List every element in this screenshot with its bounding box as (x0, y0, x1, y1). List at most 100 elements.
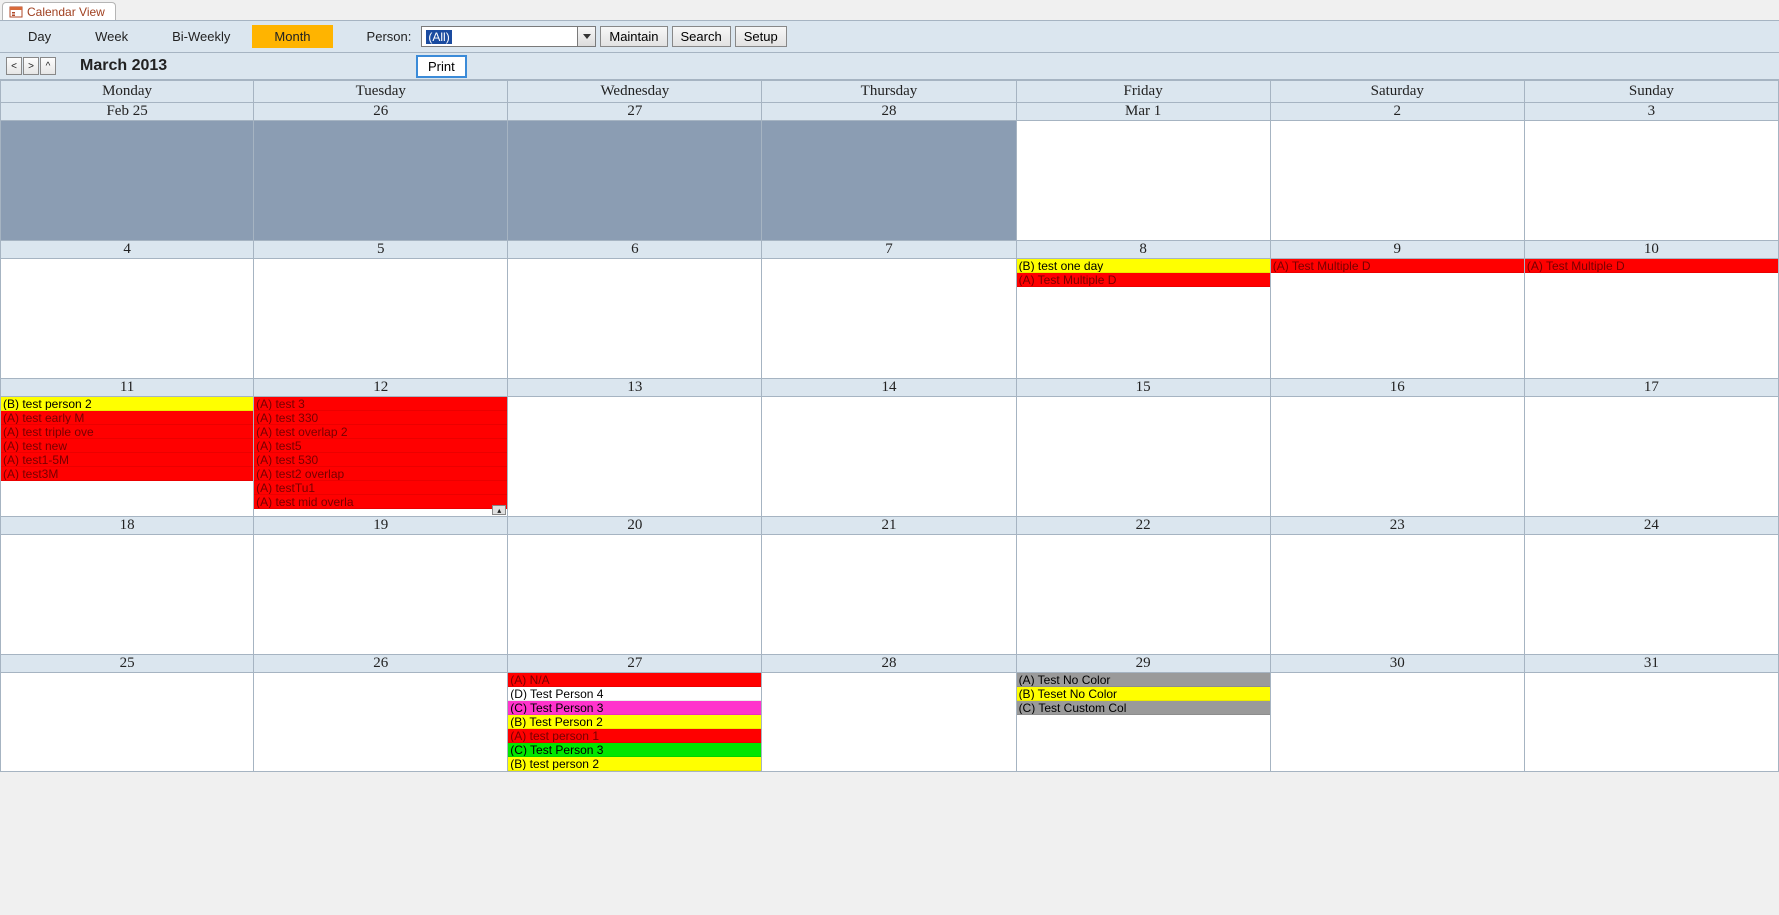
day-cell[interactable] (254, 259, 508, 379)
day-cell[interactable] (0, 535, 254, 655)
daynum-cell[interactable]: 12 (254, 379, 508, 397)
calendar-event[interactable]: (B) test person 2 (508, 757, 761, 771)
daynum-cell[interactable]: Feb 25 (0, 103, 254, 121)
daynum-cell[interactable]: 26 (254, 655, 508, 673)
calendar-event[interactable]: (A) Test Multiple D (1017, 273, 1270, 287)
calendar-event[interactable]: (A) Test No Color (1017, 673, 1270, 687)
daynum-cell[interactable]: 19 (254, 517, 508, 535)
day-cell[interactable] (1017, 397, 1271, 517)
calendar-event[interactable]: (A) test early M (1, 411, 253, 425)
day-cell[interactable] (0, 673, 254, 772)
day-cell[interactable] (762, 259, 1016, 379)
daynum-cell[interactable]: 27 (508, 103, 762, 121)
day-cell[interactable] (1525, 397, 1779, 517)
day-cell[interactable] (254, 535, 508, 655)
calendar-event[interactable]: (A) test overlap 2 (254, 425, 507, 439)
day-cell[interactable]: (B) test person 2(A) test early M(A) tes… (0, 397, 254, 517)
daynum-cell[interactable]: 29 (1017, 655, 1271, 673)
daynum-cell[interactable]: 22 (1017, 517, 1271, 535)
daynum-cell[interactable]: 20 (508, 517, 762, 535)
daynum-cell[interactable]: 16 (1271, 379, 1525, 397)
day-cell[interactable]: (A) Test Multiple D (1525, 259, 1779, 379)
calendar-event[interactable]: (B) test person 2 (1, 397, 253, 411)
day-cell[interactable] (1525, 121, 1779, 241)
day-cell[interactable]: (A) test 3(A) test 330(A) test overlap 2… (254, 397, 508, 517)
day-cell[interactable] (254, 121, 508, 241)
calendar-event[interactable]: (A) test 530 (254, 453, 507, 467)
daynum-cell[interactable]: 17 (1525, 379, 1779, 397)
daynum-cell[interactable]: 31 (1525, 655, 1779, 673)
setup-button[interactable]: Setup (735, 26, 787, 47)
calendar-event[interactable]: (C) Test Custom Col (1017, 701, 1270, 715)
daynum-cell[interactable]: 6 (508, 241, 762, 259)
daynum-cell[interactable]: 14 (762, 379, 1016, 397)
calendar-event[interactable]: (B) Test Person 2 (508, 715, 761, 729)
view-tab-day[interactable]: Day (6, 25, 73, 48)
day-cell[interactable] (254, 673, 508, 772)
daynum-cell[interactable]: 2 (1271, 103, 1525, 121)
calendar-event[interactable]: (A) test2 overlap (254, 467, 507, 481)
daynum-cell[interactable]: 15 (1017, 379, 1271, 397)
daynum-cell[interactable]: 5 (254, 241, 508, 259)
day-cell[interactable] (762, 121, 1016, 241)
print-button[interactable]: Print (416, 55, 467, 78)
daynum-cell[interactable]: 18 (0, 517, 254, 535)
calendar-event[interactable]: (A) test5 (254, 439, 507, 453)
view-tab-month[interactable]: Month (252, 25, 332, 48)
more-events-indicator[interactable]: ▴ (492, 505, 506, 515)
next-button[interactable]: > (23, 57, 39, 75)
daynum-cell[interactable]: 10 (1525, 241, 1779, 259)
day-cell[interactable] (762, 535, 1016, 655)
day-cell[interactable]: (A) Test Multiple D (1271, 259, 1525, 379)
daynum-cell[interactable]: Mar 1 (1017, 103, 1271, 121)
daynum-cell[interactable]: 13 (508, 379, 762, 397)
up-button[interactable]: ^ (40, 57, 56, 75)
calendar-event[interactable]: (B) Teset No Color (1017, 687, 1270, 701)
calendar-event[interactable]: (A) test1-5M (1, 453, 253, 467)
day-cell[interactable]: (A) N/A(D) Test Person 4(C) Test Person … (508, 673, 762, 772)
day-cell[interactable] (762, 397, 1016, 517)
daynum-cell[interactable]: 25 (0, 655, 254, 673)
calendar-event[interactable]: (A) Test Multiple D (1525, 259, 1778, 273)
day-cell[interactable] (1271, 673, 1525, 772)
calendar-event[interactable]: (A) N/A (508, 673, 761, 687)
day-cell[interactable] (0, 259, 254, 379)
day-cell[interactable]: (B) test one day(A) Test Multiple D (1017, 259, 1271, 379)
daynum-cell[interactable]: 3 (1525, 103, 1779, 121)
calendar-event[interactable]: (A) test person 1 (508, 729, 761, 743)
calendar-event[interactable]: (C) Test Person 3 (508, 743, 761, 757)
daynum-cell[interactable]: 9 (1271, 241, 1525, 259)
calendar-event[interactable]: (A) testTu1 (254, 481, 507, 495)
view-tab-biweekly[interactable]: Bi-Weekly (150, 25, 252, 48)
daynum-cell[interactable]: 8 (1017, 241, 1271, 259)
day-cell[interactable] (1525, 673, 1779, 772)
day-cell[interactable] (762, 673, 1016, 772)
daynum-cell[interactable]: 23 (1271, 517, 1525, 535)
calendar-event[interactable]: (A) Test Multiple D (1271, 259, 1524, 273)
daynum-cell[interactable]: 27 (508, 655, 762, 673)
day-cell[interactable] (508, 259, 762, 379)
calendar-event[interactable]: (A) test triple ove (1, 425, 253, 439)
tab-calendar-view[interactable]: Calendar View (2, 2, 116, 20)
calendar-event[interactable]: (C) Test Person 3 (508, 701, 761, 715)
day-cell[interactable] (1271, 121, 1525, 241)
daynum-cell[interactable]: 4 (0, 241, 254, 259)
daynum-cell[interactable]: 30 (1271, 655, 1525, 673)
day-cell[interactable] (508, 121, 762, 241)
daynum-cell[interactable]: 28 (762, 655, 1016, 673)
view-tab-week[interactable]: Week (73, 25, 150, 48)
daynum-cell[interactable]: 21 (762, 517, 1016, 535)
calendar-event[interactable]: (A) test 3 (254, 397, 507, 411)
calendar-event[interactable]: (A) test new (1, 439, 253, 453)
daynum-cell[interactable]: 7 (762, 241, 1016, 259)
day-cell[interactable] (1017, 121, 1271, 241)
calendar-event[interactable]: (B) test one day (1017, 259, 1270, 273)
daynum-cell[interactable]: 11 (0, 379, 254, 397)
day-cell[interactable] (508, 535, 762, 655)
daynum-cell[interactable]: 24 (1525, 517, 1779, 535)
chevron-down-icon[interactable] (577, 27, 595, 46)
day-cell[interactable] (1271, 535, 1525, 655)
search-button[interactable]: Search (672, 26, 731, 47)
day-cell[interactable] (1271, 397, 1525, 517)
daynum-cell[interactable]: 26 (254, 103, 508, 121)
